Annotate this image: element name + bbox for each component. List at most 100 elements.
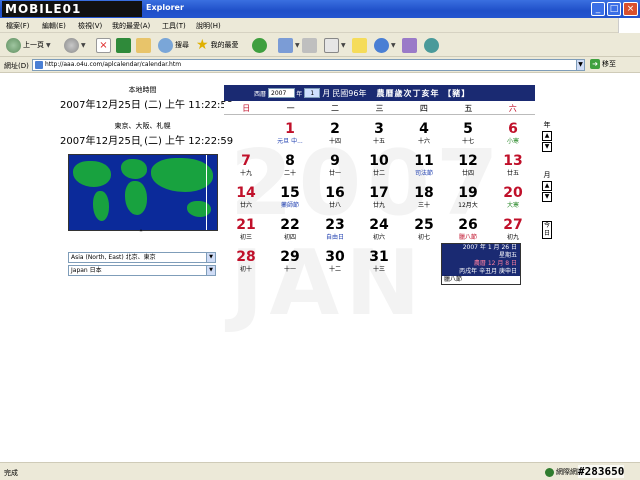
calendar-day[interactable]: 31 十三 bbox=[357, 249, 401, 274]
window-title: Explorer bbox=[146, 3, 184, 12]
calendar-day[interactable]: 21 初三 bbox=[224, 217, 268, 242]
day-lunar-label: 十六 bbox=[417, 138, 430, 145]
timezone-select[interactable]: Asia (North, East) 北京、東京 ▼ bbox=[68, 252, 216, 263]
menu-view[interactable]: 檢視(V) bbox=[78, 21, 102, 31]
calendar-day[interactable]: 2 十四 bbox=[313, 121, 357, 146]
calendar-day[interactable]: 30 十二 bbox=[313, 249, 357, 274]
menu-tools[interactable]: 工具(T) bbox=[162, 21, 186, 31]
calendar-day[interactable]: 25 初七 bbox=[402, 217, 446, 242]
close-button[interactable]: × bbox=[623, 2, 638, 16]
forward-arrow-icon bbox=[64, 37, 79, 53]
day-number: 12 bbox=[458, 153, 478, 169]
day-lunar-label: 元旦 中... bbox=[277, 138, 303, 145]
calendar-day[interactable]: 6 小寒 bbox=[491, 121, 535, 146]
year-up-button[interactable]: ▲ bbox=[542, 131, 552, 141]
back-button[interactable]: 上一頁 ▼ bbox=[6, 36, 51, 54]
day-lunar-label: 廿六 bbox=[239, 202, 252, 209]
calendar-day[interactable]: 7 十九 bbox=[224, 153, 268, 178]
forward-button[interactable]: ▼ bbox=[64, 36, 86, 54]
menu-file[interactable]: 檔案(F) bbox=[6, 21, 30, 31]
go-button[interactable]: ➜ 移至 bbox=[590, 59, 616, 69]
address-input[interactable]: http://aaa.o4u.com/aplcalendar/calendar.… bbox=[32, 59, 584, 71]
research-button[interactable] bbox=[402, 36, 417, 54]
month-up-button[interactable]: ▲ bbox=[542, 181, 552, 191]
calendar-day[interactable]: 10 廿二 bbox=[357, 153, 401, 178]
print-button[interactable] bbox=[302, 36, 317, 54]
mail-button[interactable]: ▼ bbox=[278, 36, 300, 54]
menu-edit[interactable]: 編輯(E) bbox=[42, 21, 66, 31]
calendar-day[interactable]: 16 廿八 bbox=[313, 185, 357, 210]
calendar-day[interactable]: 17 廿九 bbox=[357, 185, 401, 210]
day-lunar-label: 十二 bbox=[328, 266, 341, 273]
month-down-button[interactable]: ▼ bbox=[542, 192, 552, 202]
calendar-day[interactable]: 3 十五 bbox=[357, 121, 401, 146]
minimize-button[interactable]: _ bbox=[591, 2, 605, 16]
year-select[interactable]: 2007 bbox=[268, 88, 296, 98]
year-value: 2007 bbox=[271, 90, 287, 97]
weekday-thu: 四 bbox=[419, 104, 428, 113]
calendar-day[interactable]: 19 12月大 bbox=[446, 185, 490, 210]
month-suffix: 月 bbox=[322, 88, 331, 98]
country-select[interactable]: Japan 日本 ▼ bbox=[68, 265, 216, 276]
site-logo: MOBILE01 bbox=[2, 1, 142, 17]
edit-button[interactable]: ▼ bbox=[324, 36, 346, 54]
popup-date: 2007 年 1 月 26 日 bbox=[462, 244, 517, 251]
calendar-day[interactable]: 8 二十 bbox=[268, 153, 312, 178]
tools-button[interactable] bbox=[424, 36, 439, 54]
day-lunar-label: 十九 bbox=[239, 170, 252, 177]
refresh-button[interactable] bbox=[116, 36, 131, 54]
media-button[interactable] bbox=[252, 36, 267, 54]
day-number: 9 bbox=[330, 153, 340, 169]
calendar-day[interactable]: 13 廿五 bbox=[491, 153, 535, 178]
menu-favorites[interactable]: 我的最愛(A) bbox=[112, 21, 150, 31]
home-button[interactable] bbox=[136, 36, 151, 54]
page-icon bbox=[35, 61, 43, 69]
day-lunar-label: 初四 bbox=[283, 234, 296, 241]
day-lunar-label: 廿九 bbox=[372, 202, 385, 209]
calendar-day[interactable]: 1 元旦 中... bbox=[268, 121, 312, 146]
today-button[interactable]: 今日 bbox=[542, 221, 552, 239]
menu-help[interactable]: 說明(H) bbox=[196, 21, 221, 31]
favorites-button[interactable]: ★ 我的最愛 bbox=[196, 36, 239, 54]
discuss-button[interactable] bbox=[352, 36, 367, 54]
day-number: 19 bbox=[458, 185, 478, 201]
calendar-day[interactable]: 9 廿一 bbox=[313, 153, 357, 178]
calendar-day[interactable]: 27 初九 bbox=[491, 217, 535, 242]
year-control-label: 年 bbox=[543, 121, 551, 129]
calendar-day[interactable]: 4 十六 bbox=[402, 121, 446, 146]
calendar-day[interactable]: 24 初六 bbox=[357, 217, 401, 242]
calendar-day[interactable]: 29 十一 bbox=[268, 249, 312, 274]
calendar-day[interactable]: 26 臘八節 bbox=[446, 217, 490, 242]
calendar-day[interactable]: 28 初十 bbox=[224, 249, 268, 274]
day-number: 13 bbox=[503, 153, 523, 169]
day-lunar-label: 廿八 bbox=[328, 202, 341, 209]
maximize-button[interactable]: □ bbox=[607, 2, 621, 16]
calendar-day[interactable]: 18 三十 bbox=[402, 185, 446, 210]
day-number: 20 bbox=[503, 185, 523, 201]
day-lunar-label: 初三 bbox=[239, 234, 252, 241]
day-lunar-label: 十一 bbox=[283, 266, 296, 273]
world-map[interactable] bbox=[68, 154, 218, 231]
calendar-day[interactable]: 11 司法節 bbox=[402, 153, 446, 178]
month-select[interactable]: 1 bbox=[304, 88, 321, 98]
map-up-caret-icon[interactable]: ˅ bbox=[139, 144, 143, 153]
address-dropdown-button[interactable]: ▼ bbox=[576, 59, 585, 71]
calendar-day[interactable]: 20 大寒 bbox=[491, 185, 535, 210]
calendar-day[interactable]: 14 廿六 bbox=[224, 185, 268, 210]
calendar-day[interactable]: 5 十七 bbox=[446, 121, 490, 146]
calendar-day[interactable]: 15 藥師節 bbox=[268, 185, 312, 210]
day-number: 18 bbox=[414, 185, 434, 201]
messenger-icon bbox=[374, 37, 389, 53]
map-down-caret-icon[interactable]: ˄ bbox=[139, 229, 143, 238]
year-down-button[interactable]: ▼ bbox=[542, 142, 552, 152]
day-number: 23 bbox=[325, 217, 345, 233]
calendar-day[interactable]: 12 廿四 bbox=[446, 153, 490, 178]
menu-bar: 檔案(F) 編輯(E) 檢視(V) 我的最愛(A) 工具(T) 說明(H) bbox=[0, 18, 640, 33]
chevron-down-icon: ▼ bbox=[295, 41, 300, 49]
stop-button[interactable]: × bbox=[96, 36, 111, 54]
day-number: 17 bbox=[369, 185, 389, 201]
calendar-day[interactable]: 23 自由日 bbox=[313, 217, 357, 242]
calendar-day[interactable]: 22 初四 bbox=[268, 217, 312, 242]
messenger-button[interactable]: ▼ bbox=[374, 36, 396, 54]
search-button[interactable]: 搜尋 bbox=[158, 36, 189, 54]
